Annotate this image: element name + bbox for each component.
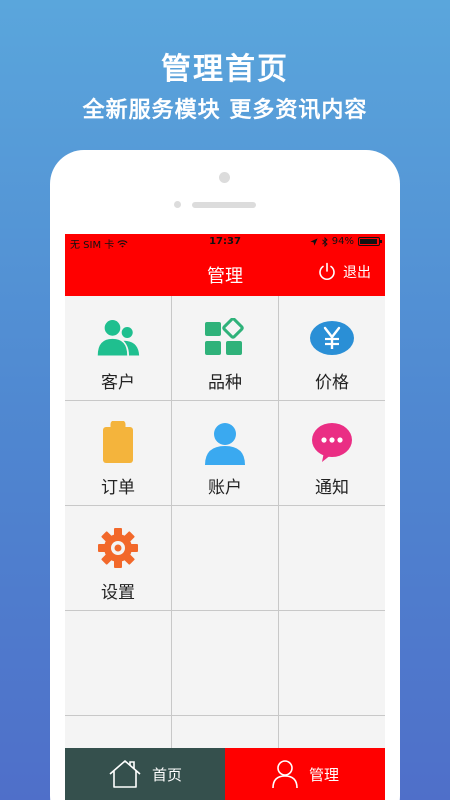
function-grid: 客户 品种 价格 订单 账户 通知 设置	[65, 296, 385, 800]
battery-icon	[358, 237, 382, 246]
grid-empty-cell	[279, 506, 385, 611]
logout-button[interactable]: 退出	[317, 262, 371, 282]
phone-sensor	[174, 201, 181, 208]
grid-item-settings[interactable]: 设置	[65, 506, 172, 611]
phone-mockup: 无 SIM 卡 17:37 94% 管理 退出 客户 品种 价格 订单 账户 通…	[50, 150, 400, 800]
logout-label: 退出	[343, 265, 371, 281]
promo-subtitle: 全新服务模块 更多资讯内容	[82, 98, 368, 123]
phone-speaker	[192, 202, 256, 208]
account-user-icon	[202, 421, 248, 465]
clipboard-order-icon	[95, 421, 141, 465]
tab-home-label: 首页	[151, 765, 182, 784]
chat-bubble-icon	[309, 421, 355, 465]
grid-item-label: 品种	[208, 373, 242, 393]
grid-item-label: 通知	[315, 478, 349, 498]
grid-empty-cell	[172, 611, 279, 716]
location-arrow-icon	[310, 237, 318, 246]
grid-item-label: 价格	[315, 373, 349, 393]
categories-icon	[202, 316, 248, 360]
customers-icon	[95, 316, 141, 360]
user-outline-icon	[272, 760, 298, 789]
grid-item-label: 客户	[101, 373, 135, 393]
power-icon	[319, 262, 335, 280]
nav-bar: 管理 退出	[65, 250, 385, 296]
grid-item-notifications[interactable]: 通知	[279, 401, 385, 506]
grid-item-label: 设置	[101, 583, 135, 603]
tab-manage-label: 管理	[308, 765, 339, 784]
app-screen: 无 SIM 卡 17:37 94% 管理 退出 客户 品种 价格 订单 账户 通…	[65, 234, 385, 800]
tab-bar: 首页 管理	[65, 748, 385, 800]
tab-home[interactable]: 首页	[65, 748, 225, 800]
battery-percent: 94%	[331, 236, 354, 247]
grid-item-label: 订单	[101, 478, 135, 498]
grid-item-categories[interactable]: 品种	[172, 296, 279, 401]
grid-item-label: 账户	[208, 478, 242, 498]
yen-price-icon	[309, 316, 355, 360]
promo-title: 管理首页	[161, 52, 289, 87]
status-right: 94%	[310, 236, 382, 247]
phone-camera	[219, 172, 230, 183]
status-bar: 无 SIM 卡 17:37 94%	[65, 234, 385, 251]
grid-item-account[interactable]: 账户	[172, 401, 279, 506]
tab-manage[interactable]: 管理	[225, 748, 385, 800]
gear-icon	[95, 526, 141, 570]
grid-item-orders[interactable]: 订单	[65, 401, 172, 506]
grid-item-customers[interactable]: 客户	[65, 296, 172, 401]
battery-fill	[360, 239, 377, 244]
bluetooth-icon	[321, 236, 328, 247]
grid-empty-cell	[279, 611, 385, 716]
house-icon	[109, 760, 141, 788]
grid-empty-cell	[65, 611, 172, 716]
grid-item-price[interactable]: 价格	[279, 296, 385, 401]
grid-empty-cell	[172, 506, 279, 611]
